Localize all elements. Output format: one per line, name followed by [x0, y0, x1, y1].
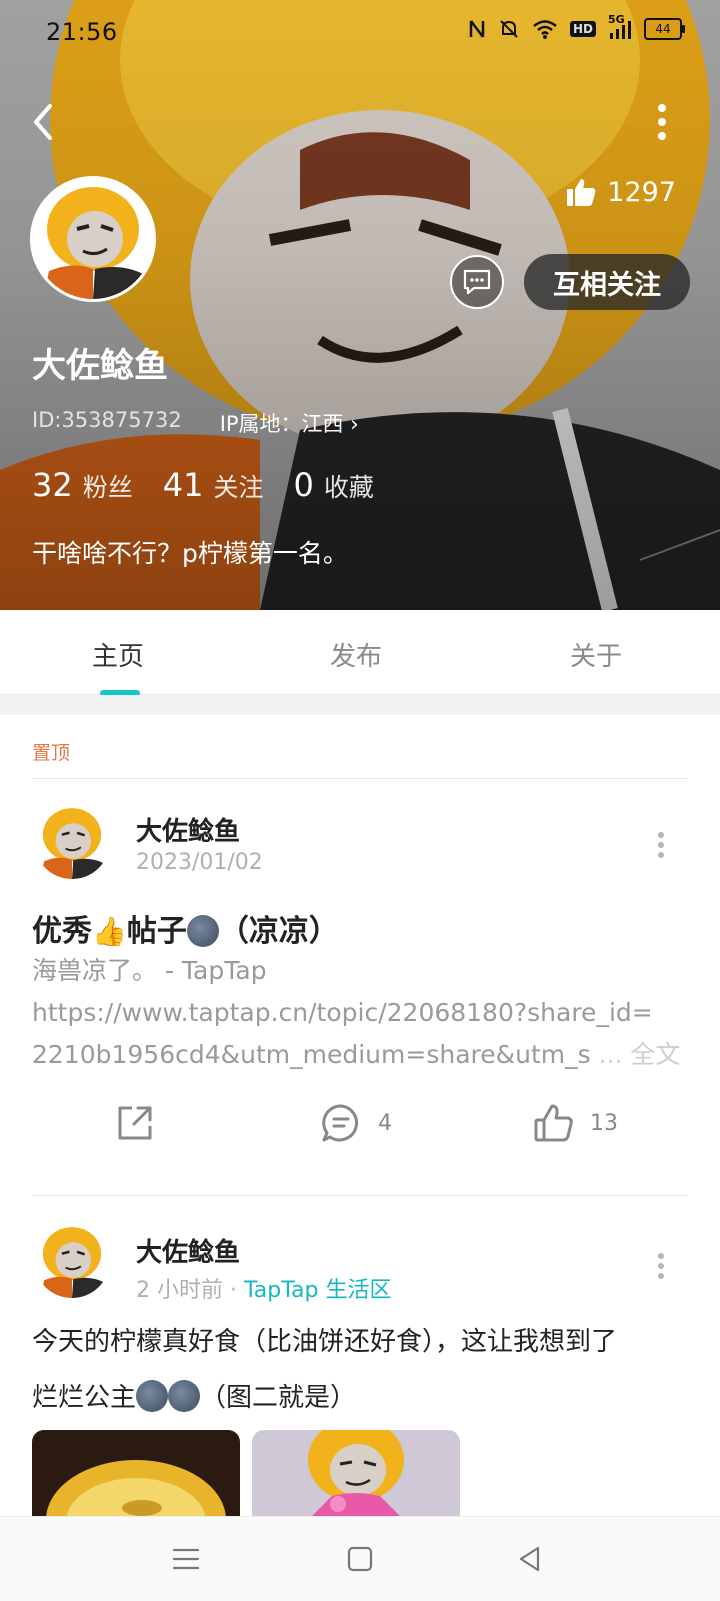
comment-button[interactable]: 4 [320, 1102, 392, 1144]
post-date: 2023/01/02 [136, 850, 263, 875]
moon-face-emoji-icon [168, 1380, 201, 1412]
thumbs-up-outline-icon [534, 1104, 573, 1142]
divider [32, 778, 688, 779]
vertical-dots-icon [658, 1253, 664, 1279]
like-button[interactable]: 13 [532, 1102, 618, 1144]
share-icon [118, 1106, 152, 1140]
thumbs-up-icon [567, 179, 596, 206]
tab-posts[interactable]: 发布 [330, 636, 382, 673]
post-more-button[interactable] [656, 1253, 666, 1279]
post-content-line: 今天的柠檬真好食（比油饼还好食），这让我想到了 [32, 1327, 618, 1357]
stat-number: 41 [162, 466, 204, 504]
lemon-photo [32, 1430, 240, 1516]
share-button[interactable] [114, 1102, 156, 1144]
home-nav-button[interactable] [342, 1541, 378, 1577]
hd-badge: HD [569, 21, 596, 37]
post-excerpt-line: 2210b1956cd4&utm_medium=share&utm_s ... … [32, 1040, 681, 1069]
comment-count: 4 [378, 1110, 392, 1136]
ellipsis: ... [590, 1040, 631, 1069]
like-count: 13 [590, 1110, 618, 1136]
menu-nav-button[interactable] [168, 1541, 204, 1577]
stat-following[interactable]: 41 关注 [163, 466, 264, 504]
princess-photo [252, 1430, 460, 1516]
post-title-part: 帖子 [126, 914, 187, 949]
post-avatar[interactable] [34, 803, 110, 879]
wifi-icon [532, 19, 558, 39]
post-excerpt[interactable]: 海兽凉了。 - TapTap https://www.taptap.cn/top… [32, 950, 692, 1076]
status-icons: HD 5G 44 [468, 13, 685, 40]
battery-icon: 44 [644, 18, 685, 40]
avatar-image [34, 803, 110, 879]
profile-id: ID:353875732 [32, 408, 182, 432]
mutual-follow-button[interactable]: 互相关注 [524, 254, 690, 310]
triangle-back-icon [519, 1546, 540, 1572]
chat-bubble-icon [463, 269, 491, 295]
stat-label: 关注 [213, 473, 264, 502]
post-meta: 2 小时前 · TapTap 生活区 [136, 1272, 391, 1304]
signal-icon: 5G [608, 13, 632, 39]
section-gap [0, 695, 720, 715]
read-full-link[interactable]: 全文 [630, 1040, 680, 1069]
status-time: 21:56 [46, 18, 118, 46]
stat-number: 0 [293, 466, 314, 504]
profile-tabs: 主页 发布 关于 [0, 610, 720, 695]
profile-nickname: 大佐鲶鱼 [32, 346, 168, 386]
post-zone-link[interactable]: TapTap 生活区 [244, 1278, 391, 1303]
system-nav-bar [0, 1516, 720, 1601]
profile-stats: 32 粉丝 41 关注 0 收藏 [32, 466, 374, 504]
vertical-dots-icon [658, 832, 664, 858]
back-nav-button[interactable] [512, 1541, 548, 1577]
post-author[interactable]: 大佐鲶鱼 [136, 811, 240, 848]
post-title[interactable]: 优秀👍帖子 （凉凉） [32, 906, 339, 950]
more-options-button[interactable] [652, 102, 672, 142]
post-more-button[interactable] [656, 832, 666, 858]
divider [32, 1195, 688, 1196]
nfc-icon [468, 18, 486, 40]
status-bar: 21:56 HD 5G 44 [0, 0, 720, 64]
avatar-image [34, 1222, 110, 1298]
comment-icon [322, 1104, 359, 1142]
post-title-part: 优秀 [32, 914, 92, 949]
moon-face-emoji-icon [136, 1380, 169, 1412]
square-icon [347, 1546, 373, 1572]
stat-fans[interactable]: 32 粉丝 [32, 466, 133, 504]
moon-face-emoji-icon [186, 915, 219, 947]
tab-about[interactable]: 关于 [570, 636, 622, 673]
meta-separator: · [223, 1278, 244, 1303]
post-time: 2 小时前 [136, 1278, 223, 1303]
post-content[interactable]: 今天的柠檬真好食（比油饼还好食），这让我想到了 烂烂公主 （图二就是） [32, 1314, 692, 1426]
post-content-line: 烂烂公主 （图二就是） [32, 1370, 692, 1426]
profile-bio: 干啥啥不行？p柠檬第一名。 [32, 539, 348, 568]
hamburger-icon [172, 1548, 200, 1570]
stat-label: 粉丝 [82, 473, 133, 502]
tab-home[interactable]: 主页 [92, 636, 144, 673]
profile-likes-count: 1297 [607, 176, 676, 208]
post-excerpt-line: https://www.taptap.cn/topic/22068180?sha… [32, 998, 653, 1027]
back-button[interactable] [26, 100, 62, 144]
profile-likes: 1297 [565, 176, 676, 208]
avatar-image [33, 179, 153, 299]
profile-id-row: ID:353875732 IP属地：江西 › [32, 408, 359, 438]
mute-bell-icon [498, 18, 520, 40]
post-avatar[interactable] [34, 1222, 110, 1298]
post-excerpt-line: 海兽凉了。 - TapTap [32, 956, 267, 985]
post-image-2[interactable] [252, 1430, 460, 1516]
thumbs-up-emoji-icon: 👍 [92, 915, 127, 948]
stat-number: 32 [32, 466, 73, 504]
message-button[interactable] [450, 255, 504, 309]
post-title-part: （凉凉） [218, 914, 339, 949]
stat-favorites[interactable]: 0 收藏 [293, 466, 373, 504]
stat-label: 收藏 [323, 473, 374, 502]
ip-location-link[interactable]: IP属地：江西 › [220, 408, 359, 438]
avatar[interactable] [30, 176, 156, 302]
pinned-label: 置顶 [32, 742, 71, 764]
vertical-dots-icon [658, 104, 666, 140]
post-author[interactable]: 大佐鲶鱼 [136, 1232, 240, 1269]
chevron-left-icon [34, 104, 52, 140]
post-image-1[interactable] [32, 1430, 240, 1516]
